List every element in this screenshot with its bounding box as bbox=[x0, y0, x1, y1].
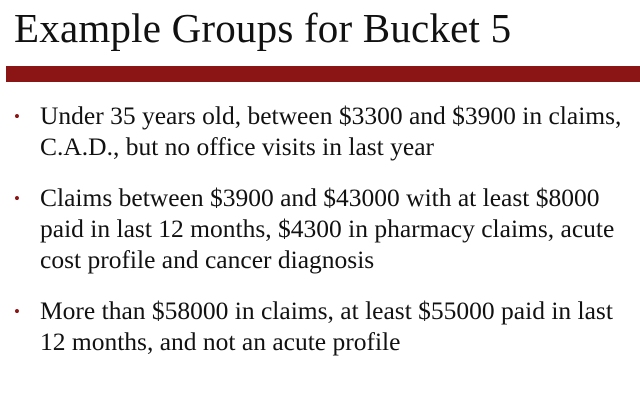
title-accent-bar bbox=[6, 66, 640, 82]
bullet-item-1: • Under 35 years old, between $3300 and … bbox=[0, 100, 640, 162]
bullet-marker-icon: • bbox=[14, 189, 20, 208]
slide-title: Example Groups for Bucket 5 bbox=[14, 5, 512, 51]
bullet-list: • Under 35 years old, between $3300 and … bbox=[0, 100, 640, 377]
bullet-item-2: • Claims between $3900 and $43000 with a… bbox=[0, 182, 640, 275]
bullet-text: Under 35 years old, between $3300 and $3… bbox=[40, 101, 622, 161]
bullet-marker-icon: • bbox=[14, 107, 20, 126]
bullet-marker-icon: • bbox=[14, 302, 20, 321]
bullet-text: Claims between $3900 and $43000 with at … bbox=[40, 183, 615, 274]
bullet-text: More than $58000 in claims, at least $55… bbox=[40, 296, 613, 356]
bullet-item-3: • More than $58000 in claims, at least $… bbox=[0, 295, 640, 357]
